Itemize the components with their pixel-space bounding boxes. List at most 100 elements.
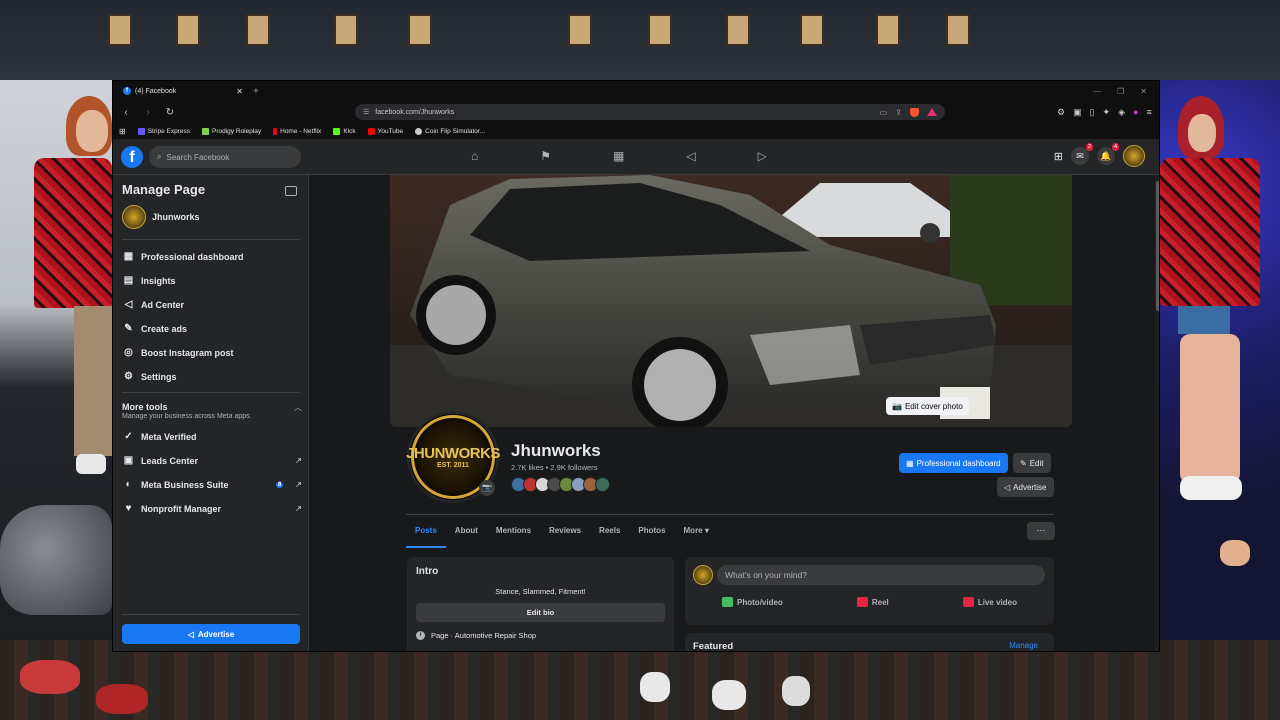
tab-mentions[interactable]: Mentions (487, 518, 540, 548)
brave-rewards-icon[interactable] (927, 108, 937, 116)
leo-icon[interactable]: ✦ (1103, 107, 1111, 118)
video-icon[interactable]: ▷ (758, 149, 767, 163)
bookmark-item[interactable]: YouTube (367, 127, 404, 135)
sidebar-item-meta-business-suite[interactable]: ◐ Meta Business Suite 8 ↗ (122, 478, 302, 491)
apps-grid-icon[interactable]: ⊞ (119, 127, 126, 136)
sidebar-page-switcher[interactable]: Jhunworks (122, 205, 200, 229)
sidebar-item-leads-center[interactable]: ▣ Leads Center ↗ (122, 454, 302, 467)
game-debris (712, 680, 746, 710)
manage-page-sidebar: Manage Page Jhunworks ▦ Professional das… (113, 175, 309, 651)
sidebar-item-boost-instagram-post[interactable]: ◎ Boost Instagram post (122, 346, 302, 359)
scroll-thumb[interactable] (1156, 181, 1159, 311)
tab-photos[interactable]: Photos (629, 518, 674, 548)
building-window (246, 14, 270, 46)
profile-icon[interactable]: ● (1133, 107, 1138, 118)
sidebar-item-professional-dashboard[interactable]: ▦ Professional dashboard (122, 250, 302, 263)
sidebar-item-insights[interactable]: ▤ Insights (122, 274, 302, 287)
divider (122, 239, 300, 240)
reel-button[interactable]: Reel (856, 597, 889, 607)
vpn-icon[interactable]: ◈ (1118, 107, 1125, 118)
sidebar-item-settings[interactable]: ⚙ Settings (122, 370, 302, 383)
camera-icon[interactable]: 📷 (479, 480, 495, 496)
messenger-button[interactable]: ✉ 2 (1071, 143, 1093, 165)
more-options-button[interactable]: ··· (1027, 522, 1055, 540)
button-label: Professional dashboard (916, 458, 1001, 468)
messenger-badge: 2 (1085, 143, 1093, 151)
building-window (800, 14, 824, 46)
edit-bio-button[interactable]: Edit bio (416, 603, 665, 622)
edit-page-button[interactable]: ✎ Edit (1013, 453, 1051, 473)
page-scrollbar[interactable] (1155, 175, 1159, 651)
brave-shield-icon[interactable] (910, 107, 919, 117)
whats-on-your-mind-input[interactable]: What's on your mind? (717, 565, 1045, 585)
back-icon[interactable]: ‹ (119, 107, 133, 118)
insights-nav-icon[interactable]: ▦ (613, 149, 624, 163)
bookmark-item[interactable]: Coin Flip Simulator... (415, 127, 485, 135)
account-avatar[interactable] (1123, 145, 1145, 167)
photo-video-button[interactable]: Photo/video (722, 597, 783, 607)
tab-about[interactable]: About (446, 518, 487, 548)
search-input[interactable]: ⌕ Search Facebook (149, 146, 301, 168)
tab-reels[interactable]: Reels (590, 518, 629, 548)
reload-icon[interactable]: ↻ (163, 107, 177, 118)
browser-tab[interactable]: f (4) Facebook ✕ (119, 81, 247, 101)
chevron-up-icon[interactable]: ︿ (294, 402, 302, 413)
bookmark-label: YouTube (377, 127, 404, 135)
sidebar-item-label: Create ads (141, 323, 188, 334)
new-tab-icon[interactable]: + (253, 86, 259, 97)
live-video-button[interactable]: Live video (962, 597, 1017, 607)
advertise-button[interactable]: ◁ Advertise (997, 477, 1054, 497)
sidebar-item-meta-verified[interactable]: ✓ Meta Verified (122, 430, 302, 443)
facebook-logo-icon[interactable]: f (121, 146, 143, 168)
professional-dashboard-button[interactable]: ▦ Professional dashboard (899, 453, 1008, 473)
building-window (648, 14, 672, 46)
tab-more[interactable]: More ▾ (675, 518, 718, 548)
notifications-button[interactable]: 🔔 4 (1097, 143, 1119, 165)
sidebar-item-create-ads[interactable]: ✎ Create ads (122, 322, 302, 335)
bookmark-item[interactable]: Home - Netflix (273, 127, 321, 135)
site-info-icon[interactable]: ☰ (363, 108, 369, 116)
menu-icon[interactable]: ≡ (1146, 107, 1151, 118)
collapse-sidebar-icon[interactable] (285, 186, 297, 196)
bookmark-item[interactable]: Kick (333, 127, 356, 135)
search-placeholder: Search Facebook (166, 152, 230, 162)
sidebar-toggle-icon[interactable]: ▯ (1090, 107, 1095, 118)
menu-grid-icon[interactable]: ⊞ (1054, 150, 1063, 163)
minimize-icon[interactable]: — (1093, 87, 1101, 96)
share-icon[interactable]: ⇪ (895, 108, 902, 117)
ads-megaphone-icon[interactable]: ◁ (686, 149, 695, 163)
cast-icon[interactable]: ▭ (880, 108, 888, 117)
sidebar-advertise-button[interactable]: ◁ Advertise (122, 624, 300, 644)
sidebar-item-label: Settings (141, 371, 177, 382)
close-window-icon[interactable]: ✕ (1140, 87, 1147, 96)
sidebar-item-nonprofit-manager[interactable]: ♥ Nonprofit Manager ↗ (122, 502, 302, 515)
sidebar-item-label: Boost Instagram post (141, 347, 234, 358)
tab-reviews[interactable]: Reviews (540, 518, 590, 548)
url-text[interactable]: facebook.com/Jhunworks (375, 109, 454, 116)
advertise-label: Advertise (197, 629, 235, 639)
pages-flag-icon[interactable]: ⚑ (540, 149, 551, 163)
external-link-icon: ↗ (295, 504, 302, 513)
tab-posts[interactable]: Posts (406, 518, 446, 548)
edit-cover-photo-button[interactable]: 📷 Edit cover photo (886, 397, 969, 415)
extensions-icon[interactable]: ⚙ (1057, 107, 1065, 118)
wallet-icon[interactable]: ▣ (1073, 107, 1082, 118)
address-bar[interactable]: ☰ facebook.com/Jhunworks ▭ ⇪ (355, 104, 945, 120)
more-tools-subtitle: Manage your business across Meta apps. (122, 413, 252, 420)
megaphone-icon: ◁ (124, 299, 133, 310)
page-stats[interactable]: 2.7K likes • 2.9K followers (511, 463, 597, 472)
home-icon[interactable]: ⌂ (471, 149, 478, 163)
follower-avatars[interactable] (511, 477, 610, 492)
bookmark-item[interactable]: Prodigy Roleplay (201, 127, 261, 135)
more-tools-section[interactable]: More tools Manage your business across M… (122, 402, 302, 420)
maximize-icon[interactable]: ❐ (1117, 87, 1124, 96)
tab-bar: f (4) Facebook ✕ + — ❐ ✕ (113, 81, 1159, 101)
close-tab-icon[interactable]: ✕ (236, 87, 243, 96)
manage-featured-link[interactable]: Manage (1009, 641, 1038, 650)
kick-icon (333, 127, 341, 135)
bookmark-item[interactable]: Stripe Express (137, 127, 190, 135)
forward-icon[interactable]: › (141, 107, 155, 118)
instagram-icon: ◎ (124, 347, 133, 358)
sidebar-item-ad-center[interactable]: ◁ Ad Center (122, 298, 302, 311)
navigation-bar: ‹ › ↻ ☰ facebook.com/Jhunworks ▭ ⇪ ⚙ ▣ ▯… (113, 101, 1159, 123)
